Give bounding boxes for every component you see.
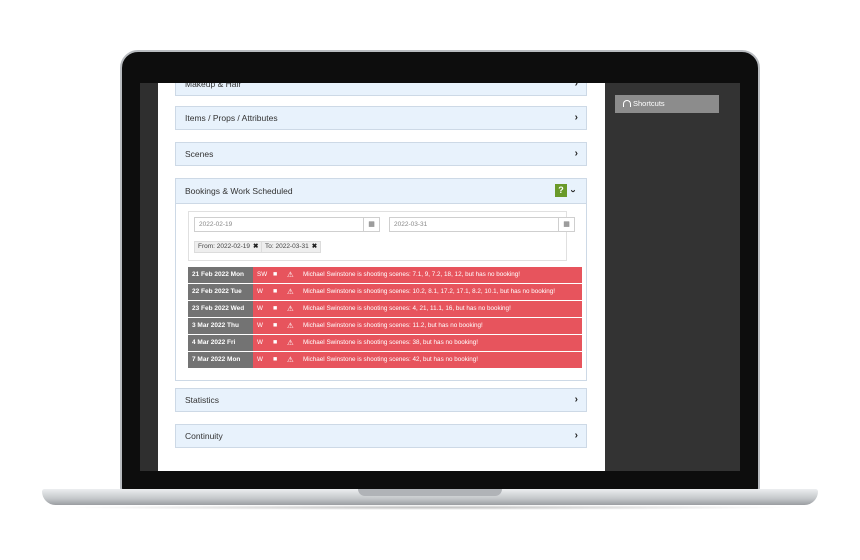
booking-date: 7 Mar 2022 Mon [188,352,253,368]
remove-icon[interactable]: ✖ [253,243,258,250]
camera-icon: ■ [273,271,278,278]
booking-alert: W ■ ⚠ Michael Swinstone is shooting scenes:… [253,301,582,317]
laptop-shadow [60,505,800,510]
to-filter-tag: To: 2022-03-31 ✖ [261,241,322,253]
booking-alert: SW ■ ⚠ Michael Swinstone is shooting scenes… [253,267,582,283]
warning-icon: ⚠ [287,287,294,296]
booking-row: 21 Feb 2022 Mon SW ■ ⚠ Michael Swinstone is … [188,267,582,284]
booking-code: SW [257,271,268,278]
warning-icon: ⚠ [287,270,294,279]
panel-label: Statistics [185,395,220,405]
panel-scenes[interactable]: Scenes › [175,142,587,166]
headset-icon [623,100,631,107]
camera-icon: ■ [273,339,278,346]
tag-label: From: 2022-02-19 [198,243,251,250]
booking-row: 23 Feb 2022 Wed W ■ ⚠ Michael Swinstone is s… [188,301,582,318]
panel-items-props[interactable]: Items / Props / Attributes › [175,106,587,130]
booking-date: 21 Feb 2022 Mon [188,267,253,283]
panel-label: Continuity [185,431,223,441]
booking-row: 4 Mar 2022 Fri W ■ ⚠ Michael Swinstone is sh… [188,335,582,352]
chevron-right-icon: › [574,430,578,441]
camera-icon: ■ [273,305,278,312]
booking-code: W [257,322,263,329]
warning-icon: ⚠ [287,355,294,364]
to-date-input[interactable]: 2022-03-31 ▦ [389,217,575,232]
booking-date: 3 Mar 2022 Thu [188,318,253,334]
panel-label: Makeup & Hair [185,83,242,89]
panel-label: Scenes [185,149,214,159]
booking-message: Michael Swinstone is shooting scenes: 42… [303,356,479,363]
booking-message: Michael Swinstone is shooting scenes: 11… [303,322,483,329]
panel-label: Items / Props / Attributes [185,113,278,123]
from-filter-tag: From: 2022-02-19 ✖ [194,241,263,253]
chevron-right-icon: › [574,148,578,159]
date-filter: 2022-02-19 ▦ 2022-03-31 ▦ From: 2022-02-… [188,211,575,261]
right-sidebar: Shortcuts [605,83,740,471]
panel-continuity[interactable]: Continuity › [175,424,587,448]
remove-icon[interactable]: ✖ [312,243,317,250]
booking-alert: W ■ ⚠ Michael Swinstone is shooting scenes:… [253,318,582,334]
booking-row: 22 Feb 2022 Tue W ■ ⚠ Michael Swinstone is s… [188,284,582,301]
laptop-notch [358,489,502,496]
booking-row: 3 Mar 2022 Thu W ■ ⚠ Michael Swinstone is sh… [188,318,582,335]
booking-message: Michael Swinstone is shooting scenes: 38… [303,339,479,346]
camera-icon: ■ [273,356,278,363]
camera-icon: ■ [273,288,278,295]
screen: Makeup & Hair › Items / Props / Attribut… [140,83,740,471]
from-date-input[interactable]: 2022-02-19 ▦ [194,217,380,232]
booking-code: W [257,305,263,312]
shortcuts-button[interactable]: Shortcuts [615,95,719,113]
panel-makeup-hair[interactable]: Makeup & Hair › [175,83,587,96]
booking-row: 7 Mar 2022 Mon W ■ ⚠ Michael Swinstone is sh… [188,352,582,369]
panel-statistics[interactable]: Statistics › [175,388,587,412]
booking-code: W [257,356,263,363]
booking-code: W [257,288,263,295]
warning-icon: ⚠ [287,321,294,330]
warning-icon: ⚠ [287,338,294,347]
panel-label: Bookings & Work Scheduled [185,186,293,196]
booking-alert: W ■ ⚠ Michael Swinstone is shooting scenes:… [253,335,582,351]
booking-date: 4 Mar 2022 Fri [188,335,253,351]
booking-message: Michael Swinstone is shooting scenes: 4,… [303,305,511,312]
calendar-icon[interactable]: ▦ [363,218,379,231]
bookings-list: 21 Feb 2022 Mon SW ■ ⚠ Michael Swinstone is … [188,267,582,369]
panel-bookings: Bookings & Work Scheduled ? › 2022-02-19… [175,178,587,381]
booking-date: 22 Feb 2022 Tue [188,284,253,300]
booking-date: 23 Feb 2022 Wed [188,301,253,317]
shortcuts-label: Shortcuts [633,99,665,108]
warning-icon: ⚠ [287,304,294,313]
from-date-value: 2022-02-19 [199,221,233,228]
chevron-right-icon: › [574,112,578,123]
to-date-value: 2022-03-31 [394,221,428,228]
calendar-icon[interactable]: ▦ [558,218,574,231]
booking-alert: W ■ ⚠ Michael Swinstone is shooting scenes:… [253,284,582,300]
bookings-header[interactable]: Bookings & Work Scheduled ? › [176,179,586,204]
camera-icon: ■ [273,322,278,329]
booking-message: Michael Swinstone is shooting scenes: 7.… [303,271,521,278]
booking-alert: W ■ ⚠ Michael Swinstone is shooting scenes:… [253,352,582,368]
tag-label: To: 2022-03-31 [265,243,309,250]
chevron-right-icon: › [574,83,578,89]
chevron-right-icon: › [574,394,578,405]
booking-message: Michael Swinstone is shooting scenes: 10… [303,288,556,295]
booking-code: W [257,339,263,346]
main-content: Makeup & Hair › Items / Props / Attribut… [158,83,605,471]
chevron-down-icon[interactable]: › [562,189,584,192]
